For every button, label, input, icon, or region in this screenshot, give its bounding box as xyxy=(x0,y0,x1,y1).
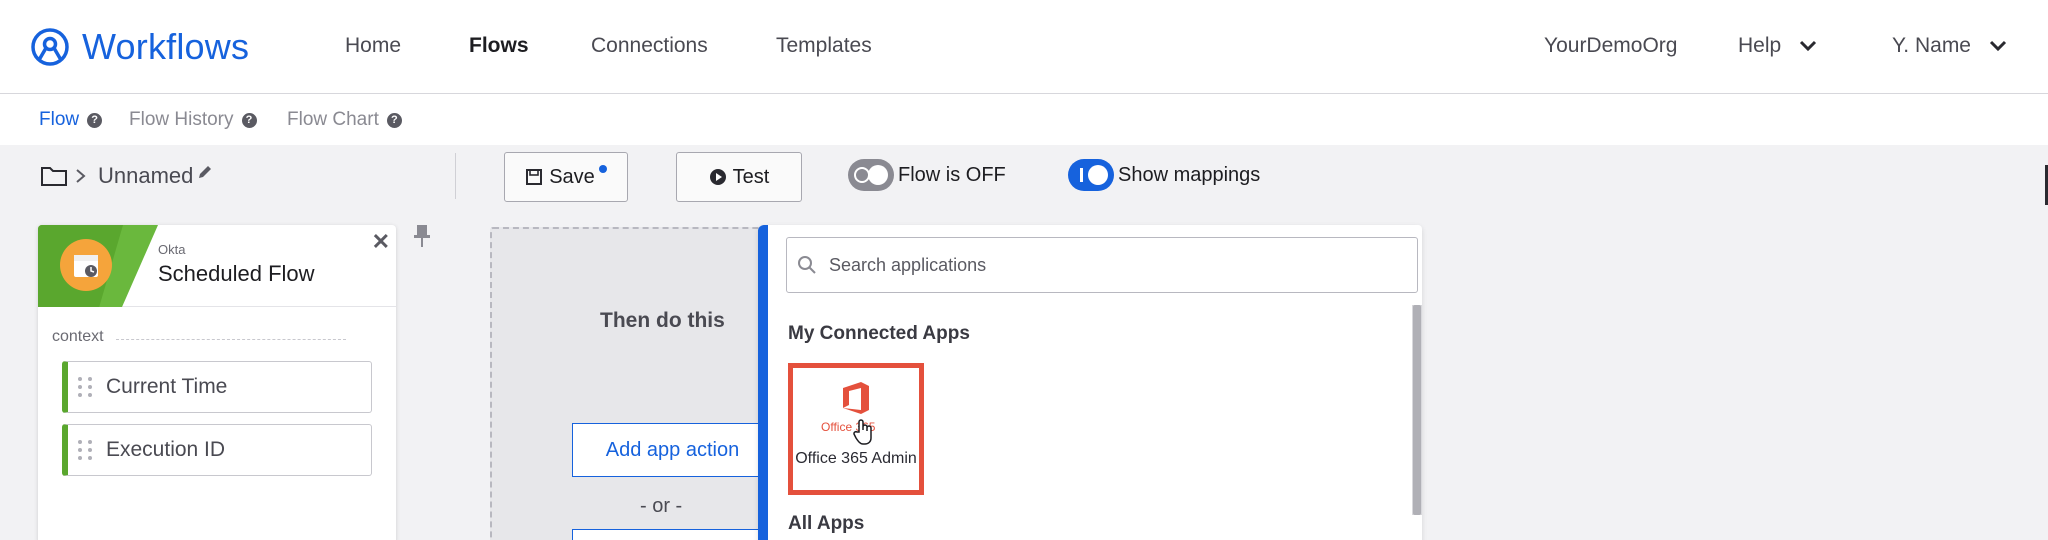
flow-canvas: Unnamed Save Test Flow is OFF Show mappi… xyxy=(0,145,2048,540)
event-title: Scheduled Flow xyxy=(158,261,315,286)
event-provider: Okta xyxy=(158,242,186,257)
scrollbar-thumb[interactable] xyxy=(1413,305,1421,515)
action-dropzone: Then do this Add app action - or - xyxy=(490,227,772,540)
breadcrumb: Unnamed xyxy=(40,163,213,189)
unsaved-indicator xyxy=(598,165,607,173)
play-circle-icon xyxy=(709,169,726,185)
toggle-knob xyxy=(868,165,888,185)
chevron-right-icon xyxy=(76,169,86,183)
calendar-icon xyxy=(60,239,112,291)
tab-flow-history[interactable]: Flow History ? xyxy=(129,109,257,131)
save-icon xyxy=(526,169,543,185)
app-picker-panel: Search applications My Connected Apps Of… xyxy=(758,225,1422,540)
search-icon xyxy=(798,256,816,274)
help-circle-icon[interactable]: ? xyxy=(386,112,402,128)
test-label: Test xyxy=(732,165,770,188)
app-tile-label: Office 365 Admin xyxy=(795,450,917,467)
picker-scrollbar[interactable] xyxy=(1412,305,1422,515)
save-button[interactable]: Save xyxy=(504,152,628,202)
then-do-heading: Then do this xyxy=(600,309,725,332)
add-app-action-button[interactable]: Add app action xyxy=(572,423,772,477)
test-button[interactable]: Test xyxy=(676,152,802,202)
help-label: Help xyxy=(1738,34,1782,57)
close-icon[interactable]: ✕ xyxy=(372,229,390,255)
output-field[interactable]: Execution ID xyxy=(62,424,372,476)
pencil-icon[interactable] xyxy=(197,164,213,180)
field-label: Current Time xyxy=(106,375,228,398)
user-menu[interactable]: Y. Name xyxy=(1892,34,2007,58)
chevron-down-icon xyxy=(1800,40,1817,52)
search-placeholder: Search applications xyxy=(829,254,987,275)
nav-connections[interactable]: Connections xyxy=(591,34,708,58)
mappings-label: Show mappings xyxy=(1118,163,1261,186)
pin-icon[interactable] xyxy=(412,223,432,249)
org-name[interactable]: YourDemoOrg xyxy=(1544,34,1677,58)
connected-apps-heading: My Connected Apps xyxy=(788,323,970,344)
context-label: context xyxy=(52,328,104,345)
tab-flow-chart-label: Flow Chart xyxy=(287,109,379,130)
nav-templates[interactable]: Templates xyxy=(776,34,872,58)
all-apps-heading: All Apps xyxy=(788,513,865,534)
context-section: context xyxy=(52,328,346,346)
chevron-down-icon xyxy=(1989,40,2007,52)
flow-status-label: Flow is OFF xyxy=(898,163,1006,186)
nav-home[interactable]: Home xyxy=(345,34,401,58)
toggle-switch-on[interactable] xyxy=(1068,159,1114,191)
on-indicator-icon xyxy=(1080,168,1083,182)
tab-flow-history-label: Flow History xyxy=(129,109,234,130)
folder-icon[interactable] xyxy=(40,165,68,187)
top-navigation: Workflows Home Flows Connections Templat… xyxy=(0,0,2048,94)
field-label: Execution ID xyxy=(106,438,226,461)
event-card[interactable]: Okta Scheduled Flow ✕ context Current Ti… xyxy=(38,225,396,540)
drag-handle-icon[interactable] xyxy=(78,440,94,460)
help-circle-icon[interactable]: ? xyxy=(87,112,103,128)
app-tile-office-365-admin[interactable]: Office 365 Office 365 Admin xyxy=(788,363,924,495)
off-indicator-icon xyxy=(854,167,870,183)
help-menu[interactable]: Help xyxy=(1738,34,1817,58)
tab-flow-label: Flow xyxy=(39,109,80,130)
or-separator: - or - xyxy=(640,495,683,517)
office-365-icon xyxy=(843,382,869,414)
nav-flows[interactable]: Flows xyxy=(469,34,529,58)
toggle-knob xyxy=(1088,165,1108,185)
workflows-logo[interactable]: Workflows xyxy=(30,26,249,68)
tab-flow[interactable]: Flow ? xyxy=(39,109,103,131)
app-title: Workflows xyxy=(82,26,250,67)
flow-subtabs: Flow ? Flow History ? Flow Chart ? xyxy=(0,95,2048,145)
drag-handle-icon[interactable] xyxy=(78,377,94,397)
hand-cursor-icon xyxy=(853,419,872,445)
help-circle-icon[interactable]: ? xyxy=(241,112,257,128)
tab-flow-chart[interactable]: Flow Chart ? xyxy=(287,109,402,131)
show-mappings-toggle[interactable]: Show mappings xyxy=(1068,159,1260,191)
save-label: Save xyxy=(549,165,595,188)
flow-on-off-toggle[interactable]: Flow is OFF xyxy=(848,159,1006,191)
user-name: Y. Name xyxy=(1892,34,1971,57)
flow-name[interactable]: Unnamed xyxy=(98,163,193,189)
output-field[interactable]: Current Time xyxy=(62,361,372,413)
toolbar-divider xyxy=(455,153,456,199)
event-card-header: Okta Scheduled Flow ✕ xyxy=(38,225,396,307)
add-app-action-label: Add app action xyxy=(605,438,740,461)
search-input[interactable]: Search applications xyxy=(786,237,1418,293)
toggle-switch-off[interactable] xyxy=(848,159,894,191)
add-function-button[interactable] xyxy=(572,529,772,540)
workflows-logo-icon xyxy=(31,28,69,66)
context-divider xyxy=(115,338,346,340)
